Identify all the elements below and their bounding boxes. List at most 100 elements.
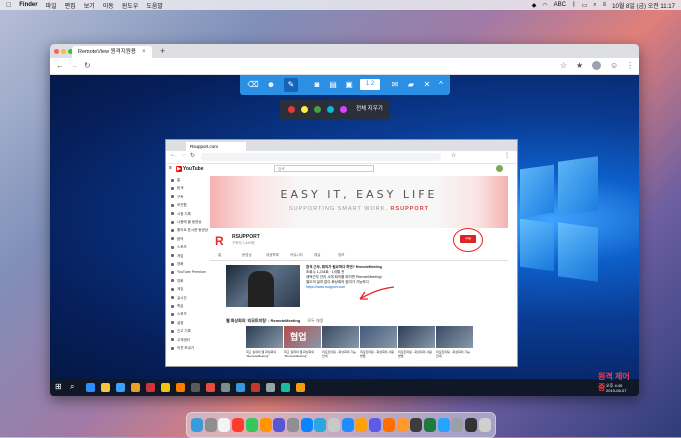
sidebar-item[interactable]: 영화 xyxy=(171,262,183,267)
related-video-thumbnail[interactable] xyxy=(360,326,397,348)
play-all-link[interactable]: 모두 재생 xyxy=(307,318,323,323)
dock-app-icon[interactable] xyxy=(355,418,368,432)
sidebar-item[interactable]: 게임 xyxy=(171,254,183,259)
color-swatch-green[interactable] xyxy=(314,106,321,113)
wifi-icon[interactable]: ◠ xyxy=(542,2,547,9)
taskbar-search-icon[interactable]: ⌕ xyxy=(70,382,74,392)
sidebar-item[interactable]: 스포츠 xyxy=(171,245,187,250)
remote-menu-icon[interactable]: ⋮ xyxy=(504,152,510,159)
minimize-window-icon[interactable] xyxy=(61,49,66,54)
sidebar-item[interactable]: 실시간 xyxy=(171,296,187,301)
sidebar-item[interactable]: 홈 xyxy=(171,178,180,183)
taskbar-app-icon[interactable] xyxy=(221,383,230,392)
monitor-select-button[interactable]: 1 2 xyxy=(360,79,380,90)
message-icon[interactable]: ✉ xyxy=(388,78,402,92)
related-video-caption[interactable]: 최고 실력의 웹 화상회의 "RemoteMeeting" xyxy=(246,350,283,358)
dock-app-icon[interactable] xyxy=(286,418,299,432)
dock-app-icon[interactable] xyxy=(259,418,272,432)
eraser-icon[interactable]: ⌫ xyxy=(246,78,260,92)
dock-app-icon[interactable] xyxy=(478,418,491,432)
bluetooth-icon[interactable]: ᛒ xyxy=(572,2,576,8)
channel-tab[interactable]: 커뮤니티 xyxy=(290,253,303,258)
collapse-toolbar-button[interactable]: ^ xyxy=(434,78,448,92)
color-swatch-yellow[interactable] xyxy=(301,106,308,113)
back-icon[interactable]: ← xyxy=(56,61,64,70)
sidebar-item[interactable]: 구독 xyxy=(171,195,183,200)
search-icon[interactable]: ⌕ xyxy=(593,2,596,9)
color-swatch-magenta[interactable] xyxy=(340,106,347,113)
sidebar-item[interactable]: 설정 xyxy=(171,321,183,326)
windows-start-icon[interactable]: ⊞ xyxy=(55,382,62,391)
color-swatch-red[interactable] xyxy=(288,106,295,113)
taskbar-app-icon[interactable] xyxy=(176,383,185,392)
taskbar-app-icon[interactable] xyxy=(161,383,170,392)
pencil-icon[interactable]: ✎ xyxy=(284,78,298,92)
related-video-caption[interactable]: 리모트미팅 - 화상회의 기능 안내 xyxy=(322,350,359,358)
menubar-app-name[interactable]: Finder xyxy=(19,2,37,8)
dock-app-icon[interactable] xyxy=(328,418,340,432)
menubar-item-window[interactable]: 윈도우 xyxy=(122,1,139,10)
dock-app-icon[interactable] xyxy=(273,418,286,432)
taskbar-app-icon[interactable] xyxy=(131,383,140,392)
related-video-thumbnail[interactable] xyxy=(246,326,283,348)
channel-tab[interactable]: 정보 xyxy=(338,253,344,258)
channel-tab[interactable]: 채널 xyxy=(314,253,320,258)
sidebar-item[interactable]: 신고 기록 xyxy=(171,329,191,334)
tab-close-icon[interactable]: × xyxy=(142,46,146,58)
taskbar-app-icon[interactable] xyxy=(146,383,155,392)
control-center-icon[interactable]: ≡ xyxy=(603,2,607,8)
related-video-caption[interactable]: 최고 실력의 웹 화상회의 "RemoteMeeting" xyxy=(284,350,321,358)
dock-app-icon[interactable] xyxy=(396,418,409,432)
remote-reload-icon[interactable]: ↻ xyxy=(190,152,195,159)
emoji-icon[interactable]: ☺ xyxy=(610,61,618,70)
screen-capture-icon[interactable]: ▣ xyxy=(342,78,356,92)
channel-tab[interactable]: 홈 xyxy=(218,253,221,258)
taskbar-app-icon[interactable] xyxy=(281,383,290,392)
sidebar-item[interactable]: 나중에 볼 동영상 xyxy=(171,220,202,225)
taskbar-app-icon[interactable] xyxy=(266,383,275,392)
dock-app-icon[interactable] xyxy=(218,418,231,432)
remote-address-bar[interactable] xyxy=(201,153,441,161)
hamburger-icon[interactable]: ≡ xyxy=(169,165,172,171)
dropbox-icon[interactable]: ◆ xyxy=(532,2,537,9)
taskbar-app-icon[interactable] xyxy=(296,383,305,392)
channel-name[interactable]: RSUPPORT xyxy=(232,234,260,240)
channel-tab[interactable]: 재생목록 xyxy=(266,253,279,258)
taskbar-app-icon[interactable] xyxy=(116,383,125,392)
related-video-caption[interactable]: 리모트미팅 - 화상회의 기능 안내 xyxy=(436,350,473,358)
related-video-thumbnail[interactable]: 협업 xyxy=(284,326,321,348)
sidebar-item[interactable]: 음악 xyxy=(171,237,183,242)
sidebar-item[interactable]: 학습 xyxy=(171,304,183,309)
dock-app-icon[interactable] xyxy=(369,418,382,432)
taskbar-app-icon[interactable] xyxy=(86,383,95,392)
dock-app-icon[interactable] xyxy=(465,418,477,432)
bookmark-star-icon[interactable]: ☆ xyxy=(560,61,567,70)
sidebar-item[interactable]: YouTube Premium xyxy=(171,270,206,274)
menubar-clock[interactable]: 10월 8일 (금) 오전 11:17 xyxy=(612,1,675,10)
folder-icon[interactable]: ▰ xyxy=(404,78,418,92)
menubar-item-view[interactable]: 보기 xyxy=(84,1,95,10)
camera-icon[interactable]: ◙ xyxy=(310,78,324,92)
close-session-button[interactable]: ✕ xyxy=(420,78,434,92)
apple-icon[interactable]:  xyxy=(6,2,11,9)
user-icon[interactable]: ☻ xyxy=(264,78,278,92)
dock-app-icon[interactable] xyxy=(410,418,423,432)
related-video-thumbnail[interactable] xyxy=(398,326,435,348)
dock-app-icon[interactable] xyxy=(423,418,436,432)
channel-logo[interactable]: R xyxy=(215,234,224,248)
remote-desktop-view[interactable]: ⌫ ☻ ✎ ◙ ▤ ▣ 1 2 ✉ ▰ ✕ ^ 전체 지우기 Rsupport.… xyxy=(50,75,639,396)
dock-app-icon[interactable] xyxy=(451,418,464,432)
dock-app-icon[interactable] xyxy=(314,418,327,432)
youtube-logo[interactable]: ▶ YouTube xyxy=(176,165,204,173)
input-source-label[interactable]: ABC xyxy=(554,2,566,8)
close-window-icon[interactable] xyxy=(54,49,59,54)
dock-app-icon[interactable] xyxy=(204,418,217,432)
taskbar-app-icon[interactable] xyxy=(251,383,260,392)
dock-app-icon[interactable] xyxy=(232,418,245,432)
chat-icon[interactable]: ▤ xyxy=(326,78,340,92)
taskbar-app-icon[interactable] xyxy=(206,383,215,392)
featured-video-thumbnail[interactable] xyxy=(226,265,300,307)
youtube-avatar[interactable] xyxy=(496,165,503,172)
sidebar-item[interactable]: 스포츠 xyxy=(171,312,187,317)
menubar-item-edit[interactable]: 편집 xyxy=(65,1,76,10)
